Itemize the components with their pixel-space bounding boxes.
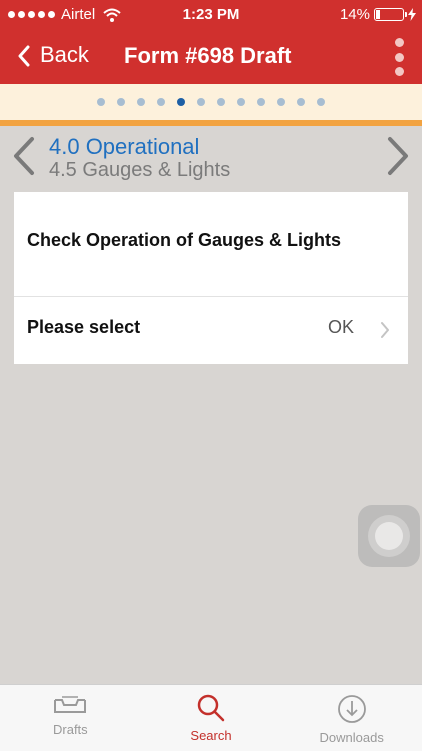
battery-icon xyxy=(374,8,407,21)
previous-section-arrow-icon[interactable] xyxy=(12,136,36,176)
more-dot xyxy=(394,38,404,47)
section-header: 4.0 Operational 4.5 Gauges & Lights xyxy=(0,126,422,190)
tab-drafts[interactable]: Drafts xyxy=(0,685,141,751)
assistive-touch-core xyxy=(375,522,403,550)
more-options-button[interactable] xyxy=(392,38,406,76)
tab-downloads[interactable]: Downloads xyxy=(281,685,422,751)
section-title: 4.0 Operational xyxy=(49,134,200,159)
page-indicator-dot[interactable] xyxy=(257,98,265,106)
chevron-right-icon xyxy=(381,322,389,338)
tray-icon xyxy=(54,696,87,713)
page-indicator-dot[interactable] xyxy=(297,98,305,106)
back-label: Back xyxy=(40,42,89,67)
page-indicator xyxy=(0,84,422,126)
chevron-left-icon xyxy=(18,45,30,67)
tab-downloads-label: Downloads xyxy=(319,730,384,745)
page-indicator-dot[interactable] xyxy=(137,98,145,106)
section-subtitle: 4.5 Gauges & Lights xyxy=(49,159,231,181)
page-indicator-dot[interactable] xyxy=(97,98,105,106)
page-indicator-dot[interactable] xyxy=(277,98,285,106)
assistive-touch-button[interactable] xyxy=(358,505,420,567)
page-indicator-dot[interactable] xyxy=(197,98,205,106)
page-title: Form #698 Draft xyxy=(124,43,292,68)
next-section-arrow-icon[interactable] xyxy=(386,136,410,176)
page-indicator-dot[interactable] xyxy=(217,98,225,106)
question-text: Check Operation of Gauges & Lights xyxy=(27,230,342,250)
more-dot xyxy=(394,52,404,62)
tab-bar: Drafts Search Downloads xyxy=(0,684,422,751)
download-icon xyxy=(337,695,366,723)
page-indicator-dot[interactable] xyxy=(317,98,325,106)
tab-search-label: Search xyxy=(190,728,232,743)
tab-drafts-label: Drafts xyxy=(53,722,88,737)
search-icon xyxy=(197,694,225,722)
selected-value: OK xyxy=(327,317,354,337)
navigation-bar: Back Form #698 Draft xyxy=(0,30,422,84)
question-card: Check Operation of Gauges & Lights Pleas… xyxy=(14,192,408,364)
tab-search[interactable]: Search xyxy=(141,685,282,751)
status-bar: Airtel 1:23 PM 14% xyxy=(0,0,422,30)
battery-percent: 14% xyxy=(339,6,370,23)
page-indicator-dot[interactable] xyxy=(177,98,185,106)
battery-status: 14% xyxy=(340,6,416,23)
select-answer-row[interactable]: Please select OK xyxy=(14,297,408,364)
charging-bolt-icon xyxy=(408,8,416,21)
page-indicator-dot[interactable] xyxy=(157,98,165,106)
back-button[interactable]: Back xyxy=(18,42,89,68)
select-label: Please select xyxy=(27,317,141,337)
more-dot xyxy=(394,67,404,76)
battery-level xyxy=(376,10,380,19)
page-indicator-dot[interactable] xyxy=(117,98,125,106)
page-indicator-dot[interactable] xyxy=(237,98,245,106)
